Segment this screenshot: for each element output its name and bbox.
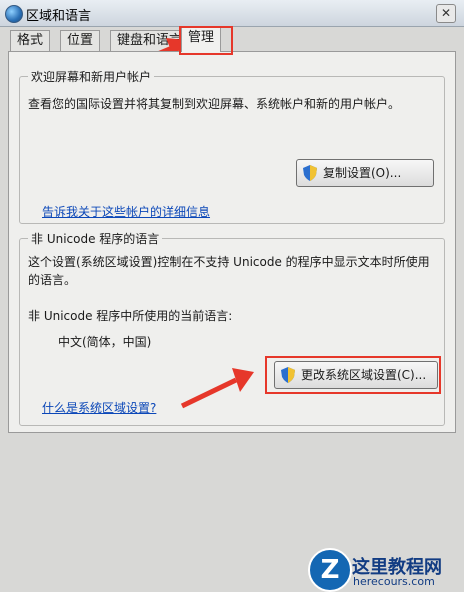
watermark-logo-icon: Z xyxy=(308,548,352,592)
non-unicode-group-title: 非 Unicode 程序的语言 xyxy=(28,230,163,247)
welcome-description: 查看您的国际设置并将其复制到欢迎屏幕、系统帐户和新的用户帐户。 xyxy=(28,97,401,111)
copy-settings-button[interactable]: 复制设置(O)... xyxy=(296,159,434,187)
current-language-value: 中文(简体，中国) xyxy=(58,335,152,349)
non-unicode-description-line2: 的语言。 xyxy=(28,273,77,287)
welcome-group-title: 欢迎屏幕和新用户帐户 xyxy=(28,68,155,85)
system-locale-help-link[interactable]: 什么是系统区域设置? xyxy=(42,399,156,416)
current-language-label: 非 Unicode 程序中所使用的当前语言: xyxy=(28,309,233,323)
title-bar: 区域和语言 ✕ xyxy=(0,0,464,27)
welcome-group: 欢迎屏幕和新用户帐户 查看您的国际设置并将其复制到欢迎屏幕、系统帐户和新的用户帐… xyxy=(19,68,445,224)
non-unicode-description-line1: 这个设置(系统区域设置)控制在不支持 Unicode 的程序中显示文本时所使用 xyxy=(28,255,430,269)
tab-highlight-box xyxy=(179,26,233,55)
uac-shield-icon xyxy=(303,165,317,181)
watermark-url: herecours.com xyxy=(353,575,435,588)
window-title: 区域和语言 xyxy=(26,9,92,24)
globe-icon xyxy=(5,5,23,23)
tab-location[interactable]: 位置 xyxy=(60,30,101,51)
locale-button-highlight-box xyxy=(265,356,441,394)
tab-format[interactable]: 格式 xyxy=(10,30,51,51)
arrow-to-locale-button-icon xyxy=(180,368,254,409)
close-button[interactable]: ✕ xyxy=(436,4,456,23)
copy-settings-label: 复制设置(O)... xyxy=(323,166,402,180)
accounts-info-link[interactable]: 告诉我关于这些帐户的详细信息 xyxy=(42,203,210,220)
